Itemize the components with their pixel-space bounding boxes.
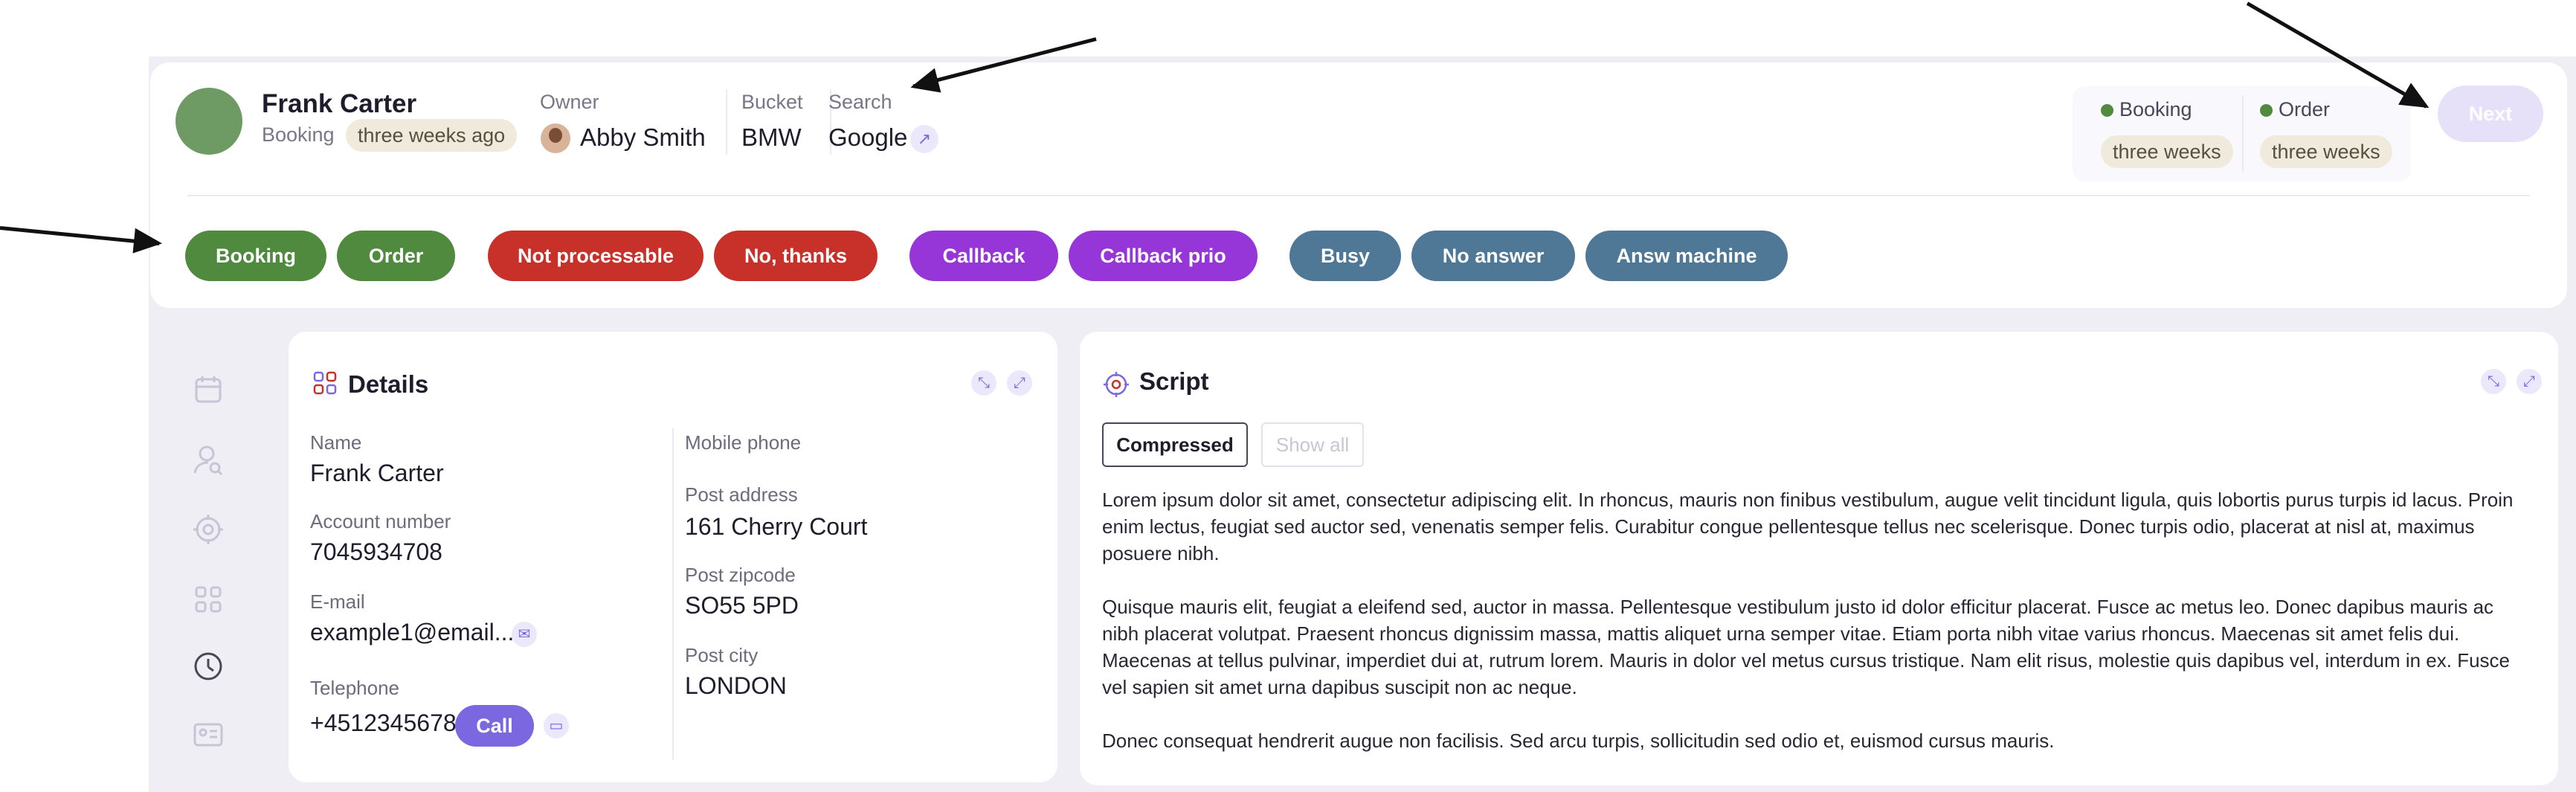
details-apps-icon [313,371,337,395]
lead-avatar [176,88,242,155]
account-value: 7045934708 [310,538,442,565]
clock-icon[interactable] [192,650,225,683]
script-paragraph: Donec consequat hendrerit augue non faci… [1102,730,2055,752]
bucket-value: BMW [741,123,802,151]
script-title: Script [1139,367,1209,395]
zip-label: Post zipcode [685,564,796,586]
action-no-answer-button[interactable]: No answer [1411,231,1575,281]
action-callback-prio-button[interactable]: Callback prio [1069,231,1258,281]
expand-icon[interactable]: ⤢ [1007,370,1032,396]
call-button[interactable]: Call [455,705,534,747]
script-paragraph: Quisque mauris elit, feugiat a eleifend … [1102,596,2510,698]
divider [726,89,727,155]
status-order-label: Order [2279,98,2331,120]
next-button[interactable]: Next [2438,86,2543,142]
status-order-time: three weeks [2260,135,2392,168]
phone-label: Telephone [310,677,399,699]
city-label: Post city [685,644,759,666]
mobile-label: Mobile phone [685,431,802,454]
email-label: E-mail [310,590,365,613]
city-value: LONDON [685,672,787,699]
details-title: Details [348,370,429,398]
target-icon[interactable] [192,513,225,546]
lead-status-label: Booking [262,123,335,146]
action-not-processable-button[interactable]: Not processable [488,231,703,281]
search-value: Google [828,123,908,151]
status-booking-time: three weeks [2101,135,2233,168]
status-booking-title: Booking [2101,98,2192,121]
phone-value: +4512345678 [310,709,457,736]
action-callback-button[interactable]: Callback [909,231,1058,281]
header-divider [187,195,2530,196]
action-booking-button[interactable]: Booking [185,231,326,281]
expand-icon[interactable]: ⤢ [2517,369,2542,394]
bucket-label: Bucket [741,91,803,113]
script-paragraph: Lorem ipsum dolor sit amet, consectetur … [1102,489,2514,564]
mail-icon[interactable]: ✉ [512,622,537,647]
divider [2242,95,2244,173]
script-target-icon [1104,372,1129,397]
owner-name[interactable]: Abby Smith [580,123,706,152]
message-icon[interactable]: ▭ [544,713,569,738]
action-answ-machine-button[interactable]: Answ machine [1585,231,1788,281]
action-order-button[interactable]: Order [337,231,455,281]
tab-show-all[interactable]: Show all [1261,422,1364,467]
email-value: example1@email... [310,619,515,645]
collapse-icon[interactable]: ⤡ [971,370,996,396]
lead-name: Frank Carter [262,89,417,118]
status-booking-label: Booking [2119,98,2192,120]
details-card: Details ⤡ ⤢ Name Frank Carter Account nu… [289,332,1057,782]
name-label: Name [310,431,362,454]
search-label: Search [828,91,892,113]
lead-header-card: Frank Carter Booking three weeks ago Own… [150,62,2567,308]
action-no-thanks-button[interactable]: No, thanks [714,231,878,281]
owner-avatar [541,123,570,153]
contact-card-icon[interactable] [192,718,225,751]
status-dot [2260,104,2273,117]
address-label: Post address [685,483,798,506]
apps-icon[interactable] [192,583,225,616]
address-value: 161 Cherry Court [685,513,868,540]
status-summary: Booking three weeks Order three weeks [2073,86,2411,181]
annotation-arrow [0,226,160,245]
external-link-icon[interactable]: ↗ [910,125,938,153]
user-search-icon[interactable] [192,443,225,476]
account-label: Account number [310,510,451,532]
calendar-icon[interactable] [192,373,225,406]
name-value: Frank Carter [310,460,444,486]
status-order-title: Order [2260,98,2330,121]
script-card: Script ⤡ ⤢ Compressed Show all Lorem ips… [1080,332,2558,785]
action-busy-button[interactable]: Busy [1289,231,1401,281]
collapse-icon[interactable]: ⤡ [2481,369,2506,394]
owner-label: Owner [540,91,599,113]
status-dot [2101,104,2113,117]
tab-compressed[interactable]: Compressed [1102,422,1248,467]
details-column-divider [672,428,674,760]
lead-status-time-badge: three weeks ago [346,119,518,152]
zip-value: SO55 5PD [685,592,799,619]
